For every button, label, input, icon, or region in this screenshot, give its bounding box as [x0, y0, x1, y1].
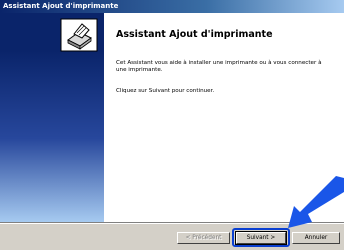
next-button[interactable]: Suivant > — [235, 231, 287, 245]
cancel-button[interactable]: Annuler — [292, 232, 340, 244]
wizard-side-panel — [0, 13, 104, 222]
wizard-description: Cet Assistant vous aide à installer une … — [116, 60, 322, 73]
back-button[interactable]: < Précédent — [177, 232, 230, 244]
add-printer-wizard-window: Assistant Ajout d'imprimante Assistant A… — [0, 0, 344, 250]
printer-icon — [60, 18, 98, 52]
window-title: Assistant Ajout d'imprimante — [3, 2, 119, 10]
arrow-icon — [288, 176, 344, 228]
wizard-heading: Assistant Ajout d'imprimante — [116, 29, 273, 40]
wizard-instruction: Cliquez sur Suivant pour continuer. — [116, 88, 215, 94]
title-bar[interactable]: Assistant Ajout d'imprimante — [0, 0, 344, 13]
